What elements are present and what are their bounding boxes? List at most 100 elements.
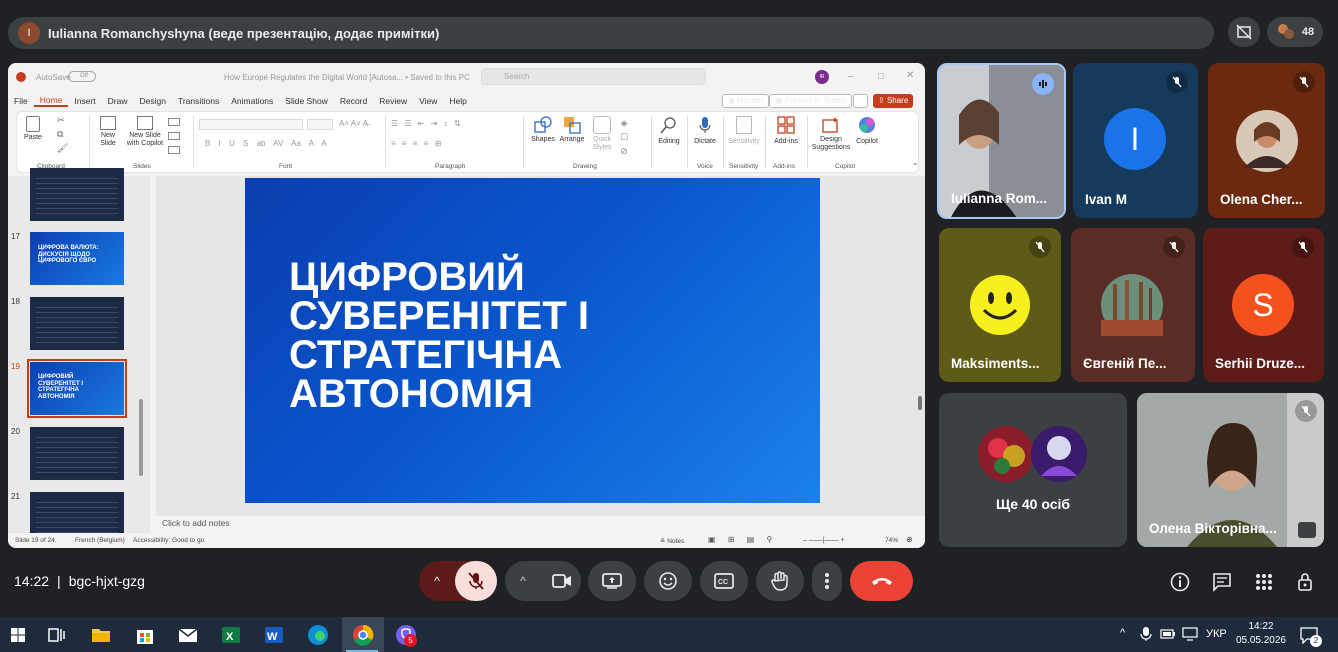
- word-icon[interactable]: W: [262, 623, 286, 647]
- notes-toggle[interactable]: ≙ Notes: [660, 537, 684, 545]
- menu-draw[interactable]: Draw: [102, 96, 134, 106]
- captions-button[interactable]: CC: [700, 561, 748, 601]
- minimize-button[interactable]: –: [848, 71, 854, 82]
- format-painter-icon[interactable]: 🖌: [57, 144, 68, 153]
- paste-button[interactable]: Paste: [23, 116, 43, 142]
- fit-slide-icon[interactable]: ⊕: [906, 535, 913, 544]
- participant-tile-speaking[interactable]: Iulianna Rom...: [937, 63, 1066, 219]
- quick-styles-button[interactable]: Quick Styles: [589, 116, 615, 152]
- menu-file[interactable]: File: [8, 96, 34, 106]
- mic-toggle-button[interactable]: [455, 561, 497, 601]
- hide-tiles-button[interactable]: [1228, 17, 1260, 47]
- more-options-button[interactable]: [812, 561, 842, 601]
- mail-icon[interactable]: [176, 623, 200, 647]
- notes-pane[interactable]: Click to add notes: [156, 516, 925, 533]
- pin-icon[interactable]: [1298, 522, 1316, 538]
- zoom-level[interactable]: 74%: [885, 537, 898, 544]
- slide-thumbnail[interactable]: [30, 168, 124, 221]
- task-view-icon[interactable]: [44, 623, 68, 647]
- collapse-ribbon-icon[interactable]: ⌄: [912, 158, 919, 167]
- record-button[interactable]: ◉ Record: [722, 94, 769, 108]
- font-format-buttons[interactable]: B I U S ab AV Aa A A: [205, 139, 327, 148]
- copilot-button[interactable]: Copilot: [853, 116, 881, 146]
- menu-design[interactable]: Design: [134, 96, 172, 106]
- layout-icon[interactable]: [168, 118, 180, 126]
- present-screen-button[interactable]: [588, 561, 636, 601]
- slide-thumbnail[interactable]: [30, 492, 124, 538]
- editing-button[interactable]: Editing: [655, 116, 683, 146]
- input-language[interactable]: УКР: [1206, 628, 1227, 640]
- design-suggestions-button[interactable]: Design Suggestions: [811, 116, 851, 152]
- video-options-chevron-icon[interactable]: ^: [505, 561, 541, 601]
- more-participants-tile[interactable]: Ще 40 осіб: [939, 393, 1127, 547]
- menu-animations[interactable]: Animations: [225, 96, 279, 106]
- arrange-button[interactable]: Arrange: [558, 116, 586, 144]
- reset-icon[interactable]: [168, 132, 180, 140]
- user-avatar[interactable]: IR: [815, 70, 829, 84]
- new-slide-copilot-button[interactable]: New Slide with Copilot: [125, 116, 165, 148]
- chat-button[interactable]: [1206, 566, 1238, 598]
- slide-thumbnail[interactable]: [30, 427, 124, 480]
- menu-transitions[interactable]: Transitions: [172, 96, 225, 106]
- chrome-icon[interactable]: [351, 623, 375, 647]
- menu-view[interactable]: View: [413, 96, 443, 106]
- search-input[interactable]: Search: [481, 68, 706, 85]
- accessibility-status[interactable]: Accessibility: Good to go: [133, 537, 204, 544]
- addins-button[interactable]: Add-ins: [769, 116, 803, 146]
- section-icon[interactable]: [168, 146, 180, 154]
- participant-tile[interactable]: Maksiments...: [939, 228, 1061, 382]
- meeting-details-button[interactable]: [1164, 566, 1196, 598]
- microphone-tray-icon[interactable]: [1140, 626, 1152, 642]
- participant-tile[interactable]: I Ivan M: [1073, 63, 1198, 218]
- file-explorer-icon[interactable]: [89, 623, 113, 647]
- edge-icon[interactable]: [306, 623, 330, 647]
- participant-tile[interactable]: Олена Вікторівна...: [1137, 393, 1324, 547]
- shape-fill-buttons[interactable]: ◈ ☐ ⊘: [620, 116, 628, 158]
- font-size-select[interactable]: [307, 119, 333, 130]
- participants-button[interactable]: 48: [1267, 17, 1323, 47]
- slide-thumbnail[interactable]: [30, 297, 124, 350]
- present-in-teams-button[interactable]: ▣ Present in Teams: [769, 94, 853, 108]
- participant-tile[interactable]: S Serhii Druze...: [1203, 228, 1324, 382]
- align-buttons[interactable]: ≡ ≡ ≡ ≡ ⊞: [391, 139, 441, 148]
- slide-scrollbar[interactable]: [918, 396, 922, 410]
- menu-insert[interactable]: Insert: [68, 96, 101, 106]
- audio-options-chevron-icon[interactable]: ^: [419, 561, 455, 601]
- shapes-button[interactable]: Shapes: [530, 116, 556, 144]
- thumbnail-scrollbar[interactable]: [139, 176, 146, 533]
- share-button[interactable]: ⇪ Share: [873, 94, 914, 108]
- view-buttons[interactable]: ▣ ⊞ ▤ ⚲: [708, 535, 772, 544]
- list-buttons[interactable]: ☰ ☰ ⇤ ⇥ ↕ ⇅: [391, 119, 461, 128]
- show-hidden-icons[interactable]: ^: [1120, 627, 1125, 639]
- menu-home[interactable]: Home: [33, 95, 69, 107]
- sensitivity-button[interactable]: Sensitivity: [726, 116, 762, 146]
- dictate-button[interactable]: Dictate: [691, 116, 719, 146]
- menu-help[interactable]: Help: [443, 96, 472, 106]
- participant-tile[interactable]: Olena Cher...: [1208, 63, 1325, 218]
- reactions-button[interactable]: [644, 561, 692, 601]
- autosave-toggle[interactable]: Off: [68, 71, 96, 82]
- store-icon[interactable]: [133, 623, 157, 647]
- font-name-select[interactable]: [199, 119, 303, 130]
- camera-toggle-button[interactable]: [543, 561, 581, 601]
- network-icon[interactable]: [1182, 627, 1198, 641]
- participant-tile[interactable]: Євгеній Пе...: [1071, 228, 1195, 382]
- close-button[interactable]: ✕: [906, 70, 914, 81]
- raise-hand-button[interactable]: [756, 561, 804, 601]
- menu-review[interactable]: Review: [373, 96, 413, 106]
- menu-slideshow[interactable]: Slide Show: [279, 96, 334, 106]
- slide-thumbnail-selected[interactable]: ЦИФРОВИЙ СУВЕРЕНІТЕТ І СТРАТЕГІЧНА АВТОН…: [27, 359, 127, 418]
- windows-start-icon[interactable]: [6, 623, 30, 647]
- copy-icon[interactable]: ⧉: [57, 130, 63, 139]
- slide-thumbnail[interactable]: ЦИФРОВА ВАЛЮТА: ДИСКУСІЯ ЩОДО ЦИФРОВОГО …: [30, 232, 124, 285]
- activities-button[interactable]: [1248, 566, 1280, 598]
- host-controls-button[interactable]: [1290, 566, 1322, 598]
- cut-icon[interactable]: ✂: [57, 116, 65, 125]
- menu-record[interactable]: Record: [334, 96, 373, 106]
- zoom-slider[interactable]: – ——|—— +: [803, 537, 845, 544]
- new-slide-button[interactable]: New Slide: [97, 116, 119, 148]
- excel-icon[interactable]: X: [219, 623, 243, 647]
- font-grow-icon[interactable]: A˄ A˅ A̶: [339, 119, 368, 128]
- battery-icon[interactable]: [1160, 628, 1176, 640]
- comments-button[interactable]: [853, 94, 868, 108]
